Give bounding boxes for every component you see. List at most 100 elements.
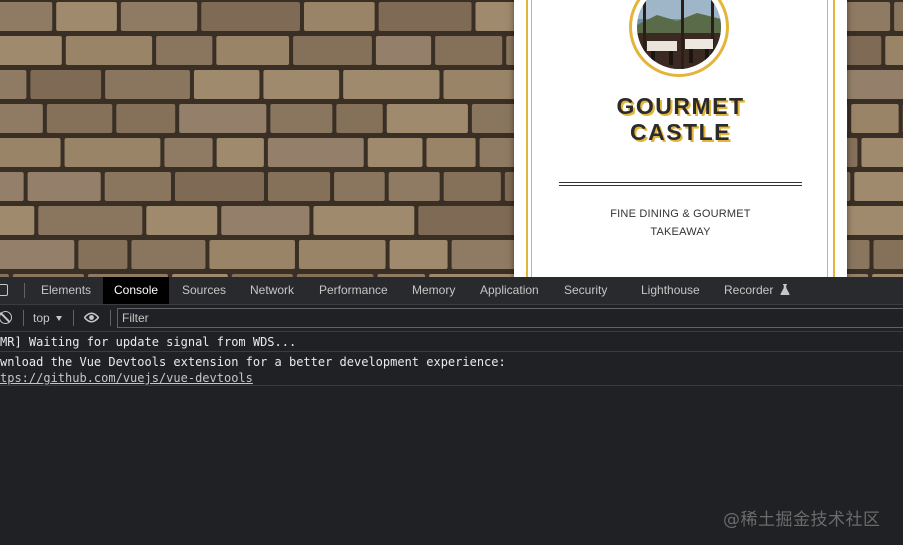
stone — [131, 240, 206, 269]
filter-input[interactable] — [117, 308, 903, 328]
brand-name-line2: CASTLE — [630, 119, 731, 145]
console-message: wnload the Vue Devtools extension for a … — [0, 352, 903, 386]
stone — [854, 172, 903, 201]
stone — [116, 104, 176, 133]
console-message-link[interactable]: tps://github.com/vuejs/vue-devtools — [0, 370, 903, 385]
stone — [334, 172, 385, 201]
stone — [120, 2, 198, 31]
tab-application[interactable]: Application — [469, 277, 550, 304]
stone — [46, 104, 113, 133]
stone — [343, 70, 440, 99]
stone — [193, 70, 260, 99]
stone — [0, 206, 35, 235]
tabbar-separator — [24, 283, 25, 298]
console-toolbar: top — [0, 305, 903, 332]
stone — [267, 172, 331, 201]
divider-bottom — [559, 185, 802, 186]
tab-network[interactable]: Network — [239, 277, 305, 304]
tab-recorder-label: Recorder — [724, 283, 774, 297]
divider-top — [559, 182, 802, 183]
tab-memory[interactable]: Memory — [401, 277, 466, 304]
stone — [0, 172, 24, 201]
tagline: FINE DINING & GOURMET TAKEAWAY — [514, 205, 847, 241]
stone — [0, 138, 61, 167]
stone — [851, 104, 899, 133]
tab-sources[interactable]: Sources — [171, 277, 237, 304]
stone — [164, 138, 213, 167]
stone — [378, 2, 472, 31]
stone — [388, 172, 440, 201]
stone — [201, 2, 300, 31]
tab-console[interactable]: Console — [103, 277, 170, 304]
stone — [221, 206, 310, 235]
menu-card: GOURMET CASTLE FINE DINING & GOURMET TAK… — [514, 0, 847, 277]
stone — [64, 138, 161, 167]
stone — [426, 138, 476, 167]
stone — [885, 36, 903, 65]
context-selector[interactable]: top — [33, 305, 62, 331]
stone — [0, 2, 53, 31]
eye-icon[interactable] — [84, 312, 99, 323]
stone — [267, 138, 364, 167]
toolbar-separator — [73, 310, 74, 326]
context-selector-value: top — [33, 311, 50, 325]
stone — [861, 138, 903, 167]
stone — [156, 36, 213, 65]
stone — [0, 70, 27, 99]
stone — [873, 240, 903, 269]
stone — [451, 240, 517, 269]
watermark: @稀土掘金技术社区 — [723, 510, 881, 530]
stone — [65, 36, 153, 65]
tab-lighthouse[interactable]: Lighthouse — [630, 277, 711, 304]
tagline-line2: TAKEAWAY — [650, 226, 711, 238]
stone — [435, 36, 503, 65]
stone — [303, 2, 375, 31]
chevron-down-icon — [55, 316, 62, 322]
stone — [389, 240, 448, 269]
stone — [443, 172, 501, 201]
toolbar-separator — [23, 310, 24, 326]
tab-recorder[interactable]: Recorder — [713, 277, 801, 304]
brand-name-line1: GOURMET — [616, 93, 745, 119]
console-message-text: MR] Waiting for update signal from WDS..… — [0, 335, 297, 349]
stone — [30, 70, 102, 99]
stone — [846, 70, 903, 99]
stone — [270, 104, 333, 133]
stone — [216, 36, 290, 65]
stone — [298, 240, 386, 269]
stone — [146, 206, 218, 235]
clear-console-icon[interactable] — [0, 311, 12, 324]
stone — [78, 240, 128, 269]
stone — [0, 104, 43, 133]
stone — [0, 240, 75, 269]
tab-security[interactable]: Security — [553, 277, 618, 304]
flask-icon — [780, 284, 790, 295]
page-viewport: GOURMET CASTLE FINE DINING & GOURMET TAK… — [0, 0, 903, 277]
stone — [179, 104, 267, 133]
stone — [27, 172, 101, 201]
stone — [104, 172, 171, 201]
stone — [38, 206, 143, 235]
stone — [443, 70, 516, 99]
stone — [313, 206, 415, 235]
stone — [386, 104, 468, 133]
stone — [838, 206, 903, 235]
stone — [375, 36, 432, 65]
stone — [209, 240, 295, 269]
stone — [367, 138, 423, 167]
stone — [418, 206, 524, 235]
devtools-tabbar: Elements Console Sources Network Perform… — [0, 277, 903, 305]
console-message: MR] Waiting for update signal from WDS..… — [0, 332, 903, 352]
stone — [894, 2, 903, 31]
restaurant-photo-icon — [637, 0, 721, 69]
stone — [293, 36, 372, 65]
tab-elements[interactable]: Elements — [30, 277, 102, 304]
stone — [263, 70, 340, 99]
stone — [105, 70, 190, 99]
stone — [174, 172, 264, 201]
stone — [336, 104, 383, 133]
tagline-line1: FINE DINING & GOURMET — [610, 208, 751, 220]
dock-side-icon[interactable] — [0, 284, 8, 296]
console-message-text: wnload the Vue Devtools extension for a … — [0, 355, 506, 369]
tab-performance[interactable]: Performance — [308, 277, 399, 304]
